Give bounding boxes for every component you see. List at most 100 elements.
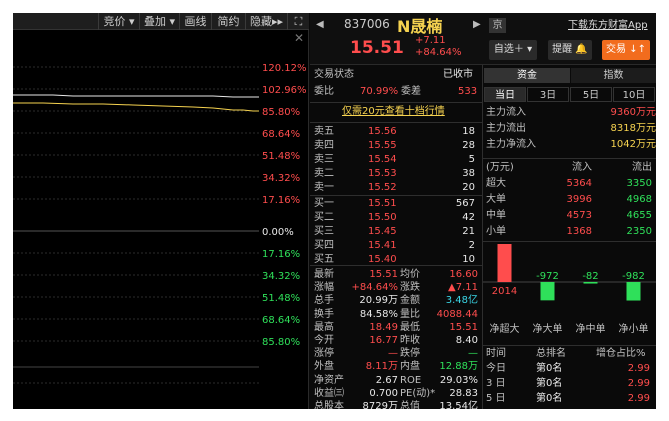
stock-code: 837006 bbox=[344, 17, 390, 31]
stat-label: 昨收 bbox=[400, 335, 420, 346]
stat-value: 8.40 bbox=[455, 335, 478, 346]
flow-table-out: 3350 bbox=[626, 178, 652, 189]
stat-label: ROE bbox=[400, 374, 422, 386]
overlay-button[interactable]: 叠加 ▾ bbox=[139, 13, 179, 30]
net-flow-label: 净小单 bbox=[619, 322, 649, 334]
sell-level-volume: 38 bbox=[462, 168, 475, 179]
stat-value: 18.49 bbox=[369, 321, 398, 333]
percent-label: 51.48% bbox=[262, 293, 301, 304]
net-flow-value: -82 bbox=[582, 271, 598, 282]
percent-label: 68.64% bbox=[262, 315, 301, 326]
buy-level-label: 买三 bbox=[314, 226, 334, 237]
stat-value: — bbox=[388, 348, 398, 360]
sell-level-price: 15.56 bbox=[368, 126, 397, 137]
stat-label: 总手 bbox=[314, 295, 334, 307]
draw-line-button[interactable]: 画线 bbox=[179, 13, 211, 30]
rank-value: 第0名 bbox=[536, 363, 563, 374]
net-flow-value: -982 bbox=[622, 271, 645, 282]
flow-table-in: 4573 bbox=[566, 210, 592, 221]
flow-value: 9360 bbox=[610, 107, 636, 118]
diff-value: 533 bbox=[458, 86, 478, 97]
flow-label: 主力净流入 bbox=[486, 139, 536, 150]
net-flow-bar bbox=[626, 282, 641, 301]
download-app-link[interactable]: 下载东方财富App bbox=[568, 16, 648, 31]
flow-table-in: 3996 bbox=[566, 194, 592, 205]
stat-value: 28.83 bbox=[449, 387, 478, 399]
chart-toolbar: 竞价 ▾ 叠加 ▾ 画线 简约 隐藏▸▸ ⛶ bbox=[13, 13, 309, 30]
rank-percent: 2.99 bbox=[627, 363, 650, 374]
flow-table-header: 流出 bbox=[632, 162, 652, 173]
stat-label: 涨停 bbox=[314, 348, 334, 360]
stat-value: 84.58% bbox=[359, 308, 398, 320]
stat-label: 最低 bbox=[400, 321, 420, 333]
net-flow-bar bbox=[540, 282, 555, 301]
sell-level-price: 15.54 bbox=[368, 154, 397, 165]
sell-level-label: 卖一 bbox=[314, 182, 334, 193]
auction-button[interactable]: 竞价 ▾ bbox=[98, 13, 139, 30]
net-flow-value: -972 bbox=[536, 271, 559, 282]
stat-value: 16.60 bbox=[449, 269, 478, 280]
rank-header: 时间 bbox=[486, 348, 506, 359]
sell-level-label: 卖四 bbox=[314, 140, 334, 151]
percent-label: 0.00% bbox=[262, 227, 294, 238]
stat-label: 涨幅 bbox=[314, 282, 334, 294]
fullscreen-icon[interactable]: ⛶ bbox=[287, 13, 309, 30]
trade-button[interactable]: 交易 ↓↑ bbox=[602, 40, 650, 60]
stock-name: N晟楠 bbox=[397, 17, 443, 36]
stat-label: 外盘 bbox=[314, 361, 334, 373]
stat-value: 2.67 bbox=[375, 374, 398, 386]
flow-value: 1042 bbox=[610, 139, 636, 150]
simple-button[interactable]: 简约 bbox=[211, 13, 245, 30]
stat-label: 最高 bbox=[314, 321, 334, 333]
buy-level-volume: 42 bbox=[462, 212, 475, 223]
percent-label: 85.80% bbox=[262, 107, 301, 118]
sell-level-volume: 28 bbox=[462, 140, 475, 151]
tab-period[interactable]: 3日 bbox=[527, 87, 569, 102]
alert-button[interactable]: 提醒 🔔 bbox=[548, 40, 592, 60]
tab-period[interactable]: 5日 bbox=[570, 87, 612, 102]
percent-label: 17.16% bbox=[262, 195, 301, 206]
percent-label: 102.96% bbox=[262, 85, 307, 96]
flow-table-header: 流入 bbox=[572, 162, 592, 173]
level2-promo-link[interactable]: 仅需20元查看十档行情 bbox=[342, 105, 445, 119]
sell-level-volume: 18 bbox=[462, 126, 475, 137]
quote-panel: ◀ 837006 N晟楠 ▶ 京 下载东方财富App 15.51 +7.11 +8… bbox=[310, 13, 656, 409]
rank-percent: 2.99 bbox=[627, 393, 650, 404]
tab-fund[interactable]: 资金 bbox=[484, 68, 570, 83]
stat-value: — bbox=[468, 348, 478, 360]
rank-percent: 2.99 bbox=[627, 378, 650, 389]
stat-value: 15.51 bbox=[369, 269, 398, 280]
tab-index[interactable]: 指数 bbox=[571, 68, 656, 83]
flow-value: 8318 bbox=[610, 123, 636, 134]
stat-label: 跌停 bbox=[400, 348, 420, 360]
percent-label: 34.32% bbox=[262, 271, 301, 282]
ratio-value: 70.99% bbox=[360, 86, 399, 97]
flow-table-out: 4655 bbox=[626, 210, 652, 221]
buy-level-volume: 21 bbox=[462, 226, 475, 237]
avg-line bbox=[13, 102, 259, 112]
stat-value: 8729万 bbox=[362, 401, 398, 409]
stat-label: 换手 bbox=[314, 308, 334, 320]
tab-period[interactable]: 10日 bbox=[613, 87, 655, 102]
net-flow-bar bbox=[583, 282, 598, 284]
flow-table-out: 2350 bbox=[626, 226, 652, 237]
add-watchlist-button[interactable]: 自选＋ ▾ bbox=[489, 40, 537, 60]
tab-period[interactable]: 当日 bbox=[484, 87, 526, 102]
stat-value: 8.11万 bbox=[365, 361, 398, 373]
net-flow-value: 2014 bbox=[492, 286, 517, 297]
price-change: +7.11 +84.64% bbox=[415, 35, 462, 58]
hide-button[interactable]: 隐藏▸▸ bbox=[245, 13, 287, 30]
net-flow-label: 净大单 bbox=[533, 322, 563, 334]
flow-table-label: 大单 bbox=[486, 194, 506, 205]
flow-table-label: 超大 bbox=[486, 178, 506, 189]
buy-level-price: 15.50 bbox=[368, 212, 397, 223]
close-icon[interactable]: ✕ bbox=[290, 31, 308, 45]
buy-level-price: 15.41 bbox=[368, 240, 397, 251]
stat-label: 今开 bbox=[314, 335, 334, 346]
next-stock-icon[interactable]: ▶ bbox=[473, 19, 481, 30]
sell-level-label: 卖三 bbox=[314, 154, 334, 165]
flow-table-in: 5364 bbox=[566, 178, 592, 189]
rank-value: 第0名 bbox=[536, 378, 563, 389]
prev-stock-icon[interactable]: ◀ bbox=[316, 19, 324, 30]
flow-table-header: (万元) bbox=[486, 162, 514, 173]
